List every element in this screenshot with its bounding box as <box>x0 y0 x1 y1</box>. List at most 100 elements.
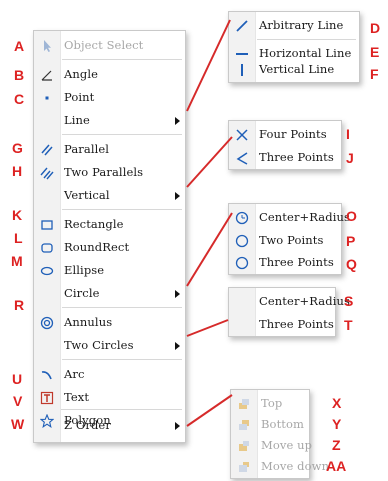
annotation-letter: U <box>12 371 23 387</box>
menu-item-annulus[interactable]: Annulus <box>34 312 185 334</box>
menu-item-bottom[interactable]: Bottom <box>231 414 309 436</box>
menu-item-move-down[interactable]: Move down <box>231 456 329 478</box>
menu-item-label: Rectangle <box>64 217 124 231</box>
annotation-letter: V <box>13 393 23 409</box>
connector-line-two-circles <box>186 319 229 337</box>
annotation-letter: R <box>14 297 25 313</box>
menu-item-label: Vertical Line <box>259 62 335 76</box>
annotation-letter: H <box>12 163 23 179</box>
menu-item-label: Two Points <box>259 233 324 247</box>
menu-separator <box>62 134 182 135</box>
move-down-icon <box>235 458 253 476</box>
annotation-letter: P <box>346 233 356 249</box>
menu-item-label: Center+Radius <box>259 294 350 308</box>
menu-item-label: Three Points <box>259 317 334 331</box>
menu-item-label: Annulus <box>64 315 113 329</box>
menu-item-label: Point <box>64 90 95 104</box>
two-parallels-icon <box>38 164 56 182</box>
submenu-arrow-icon <box>175 117 180 125</box>
rectangle-icon <box>38 216 56 234</box>
menu-item-arc[interactable]: Arc <box>34 364 185 386</box>
menu-item-roundrect[interactable]: RoundRect <box>34 237 185 259</box>
arc-icon <box>38 366 56 384</box>
circle-center-icon <box>233 209 251 227</box>
connector-line-z-order <box>186 394 233 427</box>
vertical-submenu: Four Points Three Points <box>228 120 342 170</box>
menu-item-label: Bottom <box>261 417 305 431</box>
menu-item-center-radius[interactable]: Center+Radius <box>229 207 350 229</box>
vertical-line-icon <box>233 61 251 79</box>
annotation-letter: D <box>370 20 381 36</box>
annotation-letter: J <box>346 150 354 166</box>
menu-item-parallel[interactable]: Parallel <box>34 139 185 161</box>
three-points-icon <box>233 149 251 167</box>
menu-item-angle[interactable]: Angle <box>34 64 185 86</box>
menu-item-label: RoundRect <box>64 240 130 254</box>
menu-item-line[interactable]: Line <box>34 110 185 132</box>
annotation-letter: W <box>11 416 25 432</box>
connector-line-line <box>186 19 231 112</box>
menu-item-top[interactable]: Top <box>231 393 309 415</box>
menu-item-ellipse[interactable]: Ellipse <box>34 260 185 282</box>
menu-separator <box>62 209 182 210</box>
point-icon <box>38 89 56 107</box>
menu-item-label: Z Order <box>64 418 111 432</box>
menu-item-two-points[interactable]: Two Points <box>229 230 341 252</box>
submenu-arrow-icon <box>175 422 180 430</box>
menu-separator <box>257 39 356 40</box>
menu-item-object-select[interactable]: Object Select <box>34 35 185 57</box>
menu-item-label: Text <box>64 390 90 404</box>
menu-item-label: Vertical <box>64 188 110 202</box>
rounded-rectangle-icon <box>38 239 56 257</box>
menu-item-four-points[interactable]: Four Points <box>229 124 341 146</box>
circle-submenu: Center+Radius Two Points Three Points <box>228 203 350 275</box>
menu-item-rectangle[interactable]: Rectangle <box>34 214 185 236</box>
submenu-arrow-icon <box>175 192 180 200</box>
menu-item-two-circles-center-radius[interactable]: Center+Radius <box>229 291 350 313</box>
menu-item-three-points[interactable]: Three Points <box>229 147 341 169</box>
annotation-letter: B <box>14 67 25 83</box>
annotation-letter: O <box>346 208 357 224</box>
menu-item-label: Arc <box>64 367 85 381</box>
menu-item-point[interactable]: Point <box>34 87 185 109</box>
annotation-letter: G <box>12 140 23 156</box>
circle-icon <box>233 254 251 272</box>
four-points-icon <box>233 126 251 144</box>
menu-separator <box>62 59 182 60</box>
connector-line-circle <box>186 212 233 287</box>
menu-item-label: Object Select <box>64 38 144 52</box>
annotation-letter: Y <box>332 416 342 432</box>
parallel-lines-icon <box>38 141 56 159</box>
two-circles-submenu: Center+Radius Three Points <box>228 287 350 337</box>
annotation-letter: E <box>370 44 380 60</box>
menu-item-text[interactable]: Text <box>34 387 185 409</box>
angle-icon <box>38 66 56 84</box>
menu-item-vertical[interactable]: Vertical <box>34 185 185 207</box>
menu-item-label: Center+Radius <box>259 210 350 224</box>
menu-item-label: Move up <box>261 438 313 452</box>
menu-item-z-order[interactable]: Z Order <box>34 415 185 437</box>
menu-item-label: Two Circles <box>64 338 134 352</box>
annotation-letter: Z <box>332 437 341 453</box>
menu-separator <box>62 307 182 308</box>
annulus-icon <box>38 314 56 332</box>
send-to-bottom-icon <box>235 416 253 434</box>
menu-item-label: Parallel <box>64 142 110 156</box>
menu-item-arbitrary-line[interactable]: Arbitrary Line <box>229 15 359 37</box>
menu-item-two-circles-three-points[interactable]: Three Points <box>229 314 335 336</box>
menu-item-vertical-line[interactable]: Vertical Line <box>229 59 359 81</box>
annotation-letter: Q <box>346 256 357 272</box>
annotation-letter: X <box>332 395 342 411</box>
menu-item-two-circles[interactable]: Two Circles <box>34 335 185 357</box>
menu-item-three-points[interactable]: Three Points <box>229 252 341 274</box>
menu-item-two-parallels[interactable]: Two Parallels <box>34 162 185 184</box>
annotation-letter: C <box>14 91 25 107</box>
menu-item-circle[interactable]: Circle <box>34 283 185 305</box>
menu-item-label: Top <box>261 396 283 410</box>
circle-icon <box>233 232 251 250</box>
menu-item-label: Arbitrary Line <box>259 18 344 32</box>
menu-item-move-up[interactable]: Move up <box>231 435 313 457</box>
cursor-arrow-icon <box>38 37 56 55</box>
menu-item-label: Two Parallels <box>64 165 144 179</box>
menu-item-label: Four Points <box>259 127 327 141</box>
